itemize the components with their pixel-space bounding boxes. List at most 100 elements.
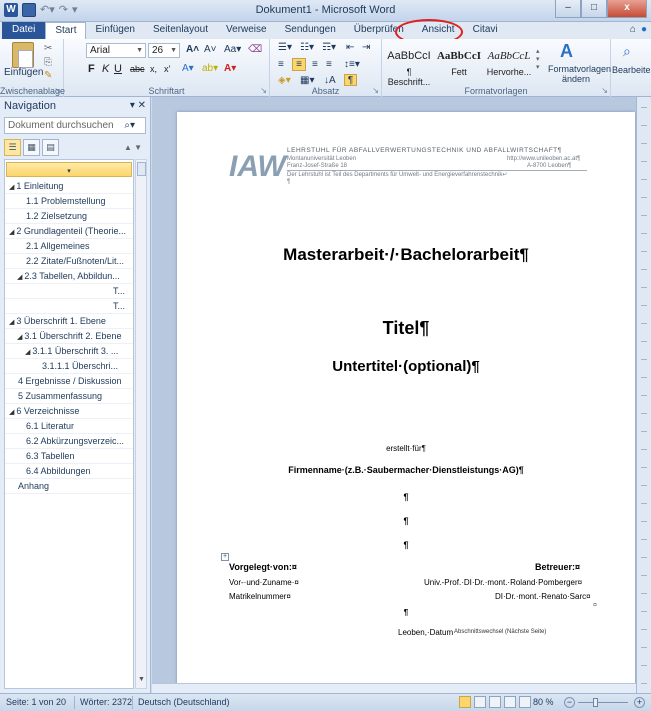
draft-icon[interactable] [519, 696, 531, 708]
browse-headings-icon[interactable]: ☰ [4, 138, 21, 156]
shading-icon[interactable]: ◈▾ [278, 75, 291, 86]
nav-heading-item[interactable]: T... [5, 284, 133, 299]
align-center-icon[interactable]: ≡ [292, 58, 306, 71]
previous-next-arrows-icon[interactable]: ▲ ▼ [124, 143, 142, 152]
zoom-out-button[interactable]: − [564, 697, 575, 708]
nav-heading-item[interactable]: 6.4 Abbildungen [5, 464, 133, 479]
help-icon[interactable]: ● [641, 24, 647, 35]
styles-launcher-icon[interactable]: ↘ [601, 86, 608, 95]
underline-button[interactable]: U [114, 63, 122, 75]
nav-heading-item[interactable]: 6.2 Abkürzungsverzeic... [5, 434, 133, 449]
clear-formatting-icon[interactable]: ⌫ [248, 44, 262, 55]
nav-heading-item[interactable]: 3.1.1.1 Überschri... [5, 359, 133, 374]
tab-datei[interactable]: Datei [2, 22, 46, 39]
paragraph-launcher-icon[interactable]: ↘ [372, 86, 379, 95]
nav-heading-item[interactable]: 2.1 Allgemeines [5, 239, 133, 254]
change-styles-icon[interactable]: A [560, 41, 573, 62]
close-button[interactable]: x [607, 0, 647, 18]
text-effects-icon[interactable]: A▾ [182, 63, 194, 74]
format-painter-icon[interactable]: ✎ [44, 70, 52, 81]
nav-heading-item[interactable]: T... [5, 299, 133, 314]
tab-seitenlayout[interactable]: Seitenlayout [144, 22, 217, 39]
find-icon[interactable]: ⌕ [623, 43, 631, 60]
font-size-combo[interactable]: 26 ▼ [148, 43, 180, 58]
copy-icon[interactable]: ⎘ [44, 57, 52, 68]
multilevel-list-icon[interactable]: ☶▾ [322, 42, 336, 53]
navigation-search-input[interactable]: Dokument durchsuchen ⌕▾ [4, 117, 146, 134]
document-page[interactable]: IAW LEHRSTUHL FÜR ABFALLVERWERTUNGSTECHN… [177, 112, 635, 693]
tab-start[interactable]: Start [45, 22, 87, 39]
borders-icon[interactable]: ▦▾ [300, 75, 314, 86]
align-left-icon[interactable]: ≡ [278, 59, 284, 70]
nav-heading-item[interactable]: 6.3 Tabellen [5, 449, 133, 464]
nav-heading-item[interactable]: 4 Ergebnisse / Diskussion [5, 374, 133, 389]
browse-pages-icon[interactable]: ▦ [23, 138, 40, 156]
nav-heading-item[interactable]: ◢ 2.3 Tabellen, Abbildun... [5, 269, 133, 284]
shrink-font-icon[interactable]: A˅ [204, 44, 217, 55]
increase-indent-icon[interactable]: ⇥ [362, 42, 370, 53]
tab-sendungen[interactable]: Sendungen [276, 22, 345, 39]
tab-citavi[interactable]: Citavi [464, 22, 507, 39]
nav-heading-item[interactable]: 5 Zusammenfassung [5, 389, 133, 404]
zoom-level[interactable]: 80 % [533, 697, 554, 707]
nav-item-document-top[interactable]: ▾ [6, 162, 132, 177]
browse-results-icon[interactable]: ▤ [42, 138, 59, 156]
collapse-triangle-icon[interactable]: ◢ [9, 409, 14, 416]
nav-heading-item[interactable]: ◢ 1 Einleitung [5, 179, 133, 194]
collapse-triangle-icon[interactable]: ◢ [17, 334, 22, 341]
bullets-icon[interactable]: ☰▾ [278, 42, 292, 53]
navigation-pane-controls[interactable]: ▾ ✕ [130, 97, 146, 115]
style-hervorhebung[interactable]: AaBbCcL Hervorhe... [486, 45, 532, 79]
clipboard-launcher-icon[interactable]: ↘ [54, 86, 61, 95]
nav-heading-item[interactable]: 6.1 Literatur [5, 419, 133, 434]
nav-heading-item[interactable]: ◢ 2 Grundlagenteil (Theorie... [5, 224, 133, 239]
minimize-button[interactable]: – [555, 0, 581, 18]
line-spacing-icon[interactable]: ↕≡▾ [344, 59, 360, 70]
table-move-handle-icon[interactable]: + [221, 553, 229, 561]
change-styles-button[interactable]: Formatvorlagen ändern [548, 64, 611, 84]
word-count[interactable]: Wörter: 2372 [80, 697, 132, 707]
styles-scroll-icon[interactable]: ▴ ▾ ▾ [536, 47, 540, 71]
style-fett[interactable]: AaBbCcI Fett [436, 45, 482, 79]
nav-heading-item[interactable]: Anhang [5, 479, 133, 494]
web-layout-icon[interactable] [489, 696, 501, 708]
superscript-button[interactable]: x' [164, 64, 170, 74]
print-layout-icon[interactable] [459, 696, 471, 708]
collapse-ribbon-icon[interactable]: ⌂ [630, 24, 636, 35]
full-screen-reading-icon[interactable] [474, 696, 486, 708]
style-beschriftung[interactable]: AaBbCcI ¶ Beschrift... [386, 45, 432, 87]
bold-button[interactable]: F [88, 63, 95, 75]
highlight-icon[interactable]: ab▾ [202, 63, 218, 74]
collapse-triangle-icon[interactable]: ◢ [25, 349, 30, 356]
justify-icon[interactable]: ≡ [326, 59, 332, 70]
align-right-icon[interactable]: ≡ [312, 59, 318, 70]
vertical-scrollbar[interactable] [636, 97, 651, 693]
scroll-up-icon[interactable] [137, 162, 146, 176]
font-name-combo[interactable]: Arial ▼ [86, 43, 146, 58]
editing-button[interactable]: Bearbeiten [612, 65, 651, 75]
tab-einfuegen[interactable]: Einfügen [86, 22, 143, 39]
italic-button[interactable]: K [102, 63, 109, 75]
cut-icon[interactable]: ✂ [44, 43, 52, 54]
font-launcher-icon[interactable]: ↘ [260, 86, 267, 95]
numbering-icon[interactable]: ☷▾ [300, 42, 314, 53]
navigation-scrollbar[interactable]: ▼ [135, 159, 147, 689]
collapse-triangle-icon[interactable]: ◢ [9, 184, 14, 191]
nav-heading-item[interactable]: 1.2 Zielsetzung [5, 209, 133, 224]
collapse-triangle-icon[interactable]: ◢ [9, 319, 14, 326]
font-color-icon[interactable]: A▾ [224, 63, 236, 74]
document-area[interactable]: IAW LEHRSTUHL FÜR ABFALLVERWERTUNGSTECHN… [152, 97, 636, 693]
tab-verweise[interactable]: Verweise [217, 22, 276, 39]
zoom-slider-thumb[interactable] [593, 698, 598, 707]
nav-heading-item[interactable]: 1.1 Problemstellung [5, 194, 133, 209]
zoom-in-button[interactable]: + [634, 697, 645, 708]
collapse-triangle-icon[interactable]: ◢ [9, 229, 14, 236]
zoom-slider[interactable] [578, 702, 628, 703]
maximize-button[interactable]: □ [581, 0, 607, 18]
strikethrough-button[interactable]: abc [130, 64, 145, 74]
nav-heading-item[interactable]: ◢ 3 Überschrift 1. Ebene [5, 314, 133, 329]
sort-icon[interactable]: ↓A [324, 75, 336, 86]
grow-font-icon[interactable]: A˄ [186, 44, 199, 55]
page-count[interactable]: Seite: 1 von 20 [6, 697, 66, 707]
outline-icon[interactable] [504, 696, 516, 708]
